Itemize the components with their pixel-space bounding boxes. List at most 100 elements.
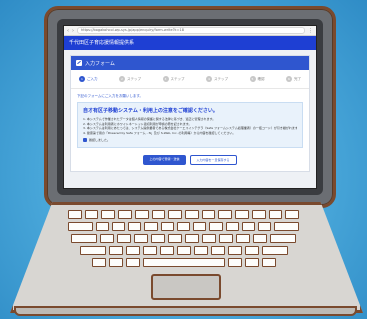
- key: [227, 246, 242, 255]
- step-4: 4 ステップ: [206, 76, 228, 82]
- site-header: 千代田区子育応援情報提供系: [64, 36, 316, 50]
- key: [235, 210, 249, 219]
- step-label: ステップ: [170, 76, 185, 81]
- forward-icon[interactable]: ›: [72, 28, 74, 34]
- notice-line: 4. 健康第で用の「Powered by Safe フォーム - N」及び S-…: [83, 130, 236, 135]
- key: [176, 222, 191, 231]
- progress-steps: 1 ご入力 2 ステップ 3 ステップ 4 ステップ 5 確認 6 完了: [71, 70, 309, 89]
- laptop-front-edge: [14, 306, 357, 316]
- notice-line: 3. 本システムは利用にあたっては、システム提供業者である株式会社ケーエスインテ…: [83, 126, 297, 130]
- key: [193, 222, 207, 231]
- menu-icon[interactable]: ⋮: [308, 28, 313, 34]
- key: [270, 234, 296, 243]
- form-header: 入力フォーム: [71, 56, 309, 70]
- key: [100, 234, 114, 243]
- key: [261, 246, 288, 255]
- key: [168, 234, 182, 243]
- keyboard: [67, 210, 300, 270]
- key: [176, 246, 191, 255]
- step-number: 1: [79, 76, 85, 82]
- checkbox[interactable]: [83, 138, 87, 142]
- key: [144, 222, 158, 231]
- key: [274, 222, 299, 231]
- step-number: 6: [286, 76, 292, 82]
- key: [118, 210, 132, 219]
- spacebar: [142, 258, 225, 267]
- form-actions: 上の内容で登録・送信 入力内容を一旦保存する: [71, 148, 309, 171]
- key: [227, 258, 242, 267]
- key-row: [68, 258, 299, 267]
- step-1: 1 ご入力: [79, 76, 98, 82]
- step-label: ご入力: [87, 76, 98, 81]
- submit-button[interactable]: 上の内容で登録・送信: [143, 155, 186, 165]
- key: [185, 210, 199, 219]
- key: [71, 234, 97, 243]
- key: [125, 258, 140, 267]
- key-row: [68, 246, 299, 255]
- key: [168, 210, 182, 219]
- key: [79, 246, 106, 255]
- key: [101, 210, 116, 219]
- key: [159, 246, 174, 255]
- form-card: 入力フォーム 1 ご入力 2 ステップ 3 ステップ 4 ステップ 5 確認 6…: [70, 55, 310, 172]
- agree-checkbox-row[interactable]: 確認しました。: [83, 138, 297, 142]
- step-label: ステップ: [127, 76, 141, 81]
- step-label: 確認: [257, 76, 265, 81]
- back-icon[interactable]: ‹: [67, 28, 69, 34]
- key: [128, 222, 142, 231]
- step-3: 3 ステップ: [162, 76, 185, 82]
- save-draft-button[interactable]: 入力内容を一旦保存する: [189, 155, 237, 165]
- key: [253, 234, 267, 243]
- key: [142, 246, 157, 255]
- key: [201, 210, 216, 219]
- url-field[interactable]: https://bogakohcol.wp-sys.jp/app/enquiry…: [77, 27, 305, 34]
- step-label: 完了: [294, 76, 301, 81]
- key: [151, 210, 166, 219]
- screen-bezel: ‹ › https://bogakohcol.wp-sys.jp/app/enq…: [57, 19, 323, 195]
- key-row: [68, 222, 299, 231]
- key: [244, 258, 259, 267]
- key: [185, 234, 199, 243]
- step-6: 6 完了: [286, 76, 301, 82]
- edit-icon: [76, 60, 82, 66]
- key: [134, 210, 149, 219]
- key: [108, 258, 123, 267]
- form-title: 入力フォーム: [85, 60, 115, 67]
- step-5: 5 確認: [249, 76, 265, 82]
- notice-box: 自オ有区子移動システム・利用上の注意をご確認ください。 1. 本システムで作業さ…: [77, 102, 303, 148]
- agree-label: 確認しました。: [89, 138, 111, 142]
- key: [251, 210, 266, 219]
- browser-window: ‹ › https://bogakohcol.wp-sys.jp/app/enq…: [63, 25, 317, 189]
- key: [218, 210, 233, 219]
- key: [151, 234, 165, 243]
- key: [244, 246, 259, 255]
- key: [84, 210, 99, 219]
- key: [67, 210, 82, 219]
- key: [160, 222, 174, 231]
- key: [285, 210, 300, 219]
- step-label: ステップ: [214, 76, 228, 81]
- key: [258, 222, 272, 231]
- key: [117, 234, 131, 243]
- key: [193, 246, 208, 255]
- step-number: 5: [249, 76, 256, 82]
- step-number: 2: [119, 76, 125, 82]
- key: [236, 234, 250, 243]
- key: [108, 246, 123, 255]
- step-number: 4: [206, 76, 212, 82]
- key-row: [67, 210, 300, 219]
- form-lead-text: 下記のフォームにご入力をお願いします。: [77, 94, 143, 98]
- key: [209, 222, 223, 231]
- address-bar: ‹ › https://bogakohcol.wp-sys.jp/app/enq…: [64, 26, 316, 36]
- trackpad: [151, 274, 221, 300]
- key: [225, 222, 239, 231]
- key: [68, 222, 93, 231]
- key: [134, 234, 148, 243]
- key: [210, 246, 225, 255]
- key: [125, 246, 140, 255]
- key: [261, 258, 276, 267]
- step-2: 2 ステップ: [119, 76, 141, 82]
- laptop-lid: ‹ › https://bogakohcol.wp-sys.jp/app/enq…: [44, 6, 336, 208]
- notice-title: 自オ有区子移動システム・利用上の注意をご確認ください。: [83, 108, 218, 114]
- key: [91, 258, 106, 267]
